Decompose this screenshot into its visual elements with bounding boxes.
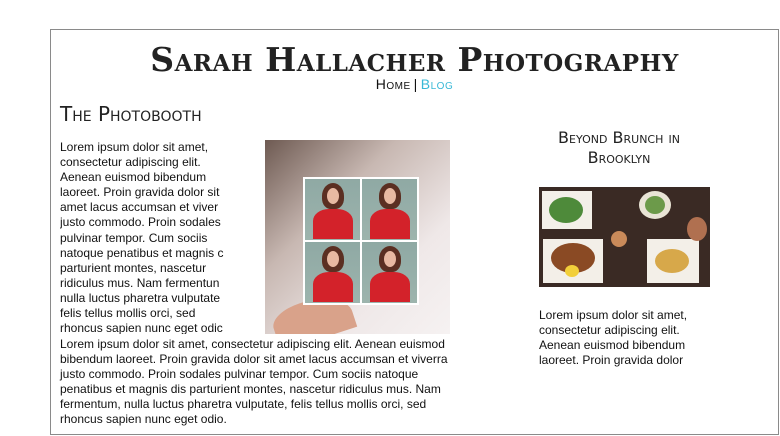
- cup-shape: [611, 231, 627, 247]
- text-line: fermentum, nulla luctus pharetra vulputa…: [60, 397, 427, 412]
- strip-frame: [362, 179, 417, 240]
- side-title-line: Brooklyn: [587, 148, 651, 167]
- text-line: consectetur adipiscing elit.: [60, 155, 201, 170]
- nav-blog-link[interactable]: Blog: [421, 76, 453, 92]
- text-line: justo commodo. Proin sodales: [60, 215, 221, 230]
- text-line: laoreet. Proin gravida dolor: [539, 353, 684, 368]
- text-line: Aenean euismod bibendum: [539, 338, 686, 353]
- text-line: consectetur adipiscing elit.: [539, 323, 680, 338]
- text-line: Aenean euismod bibendum: [60, 170, 207, 185]
- nav-separator: |: [413, 76, 418, 92]
- site-title[interactable]: Sarah Hallacher Photography: [51, 40, 778, 79]
- text-line: bibendum laoreet. Proin gravida dolor si…: [60, 352, 448, 367]
- nav-home-link[interactable]: Home: [376, 76, 411, 92]
- top-nav: Home | Blog: [51, 76, 778, 92]
- strip-frame: [362, 242, 417, 303]
- text-line: Lorem ipsum dolor sit amet,: [60, 140, 209, 154]
- text-line: ridiculus mus. Nam fermentun: [60, 275, 220, 290]
- main-post-wrapped-text: Lorem ipsum dolor sit amet, consectetur …: [60, 140, 234, 334]
- salad-shape: [645, 196, 665, 214]
- text-line: nulla luctus pharetra vulputate: [60, 290, 221, 305]
- main-post-body: Lorem ipsum dolor sit amet, consectetur …: [60, 337, 530, 428]
- hand-shape: [687, 217, 707, 241]
- brunch-image[interactable]: [539, 187, 710, 287]
- text-line: rhoncus sapien nunc eget odio.: [60, 412, 227, 427]
- side-post-excerpt: Lorem ipsum dolor sit amet, consectetur …: [539, 308, 739, 368]
- text-line: natoque penatibus et magnis c: [60, 245, 224, 260]
- text-line: pulvinar tempor. Cum sociis: [60, 230, 208, 245]
- text-line: felis tellus mollis orci, sed: [60, 306, 196, 321]
- text-line: rhoncus sapien nunc eget odic: [60, 321, 223, 334]
- text-line: Lorem ipsum dolor sit amet,: [539, 308, 688, 322]
- strip-frame: [305, 242, 360, 303]
- photo-strip: [303, 177, 419, 305]
- greens-shape: [549, 197, 583, 223]
- text-line: parturient montes, nascetur: [60, 260, 207, 275]
- text-line: Lorem ipsum dolor sit amet, consectetur …: [60, 337, 445, 351]
- strip-frame: [305, 179, 360, 240]
- main-post-title[interactable]: The Photobooth: [60, 102, 202, 126]
- text-line: laoreet. Proin gravida dolor sit: [60, 185, 220, 200]
- text-line: justo commodo. Proin sodales pulvinar te…: [60, 367, 419, 382]
- egg-yolk-shape: [565, 265, 579, 277]
- dish-shape: [655, 249, 689, 273]
- text-line: penatibus et magnis dis parturient monte…: [60, 382, 441, 397]
- side-title-line: Beyond Brunch in: [558, 128, 680, 147]
- side-post-title[interactable]: Beyond Brunch in Brooklyn: [519, 128, 719, 168]
- text-line: amet lacus accumsan et viver: [60, 200, 219, 215]
- photobooth-image[interactable]: [265, 140, 450, 334]
- page-frame: Sarah Hallacher Photography Home | Blog Th…: [50, 29, 779, 435]
